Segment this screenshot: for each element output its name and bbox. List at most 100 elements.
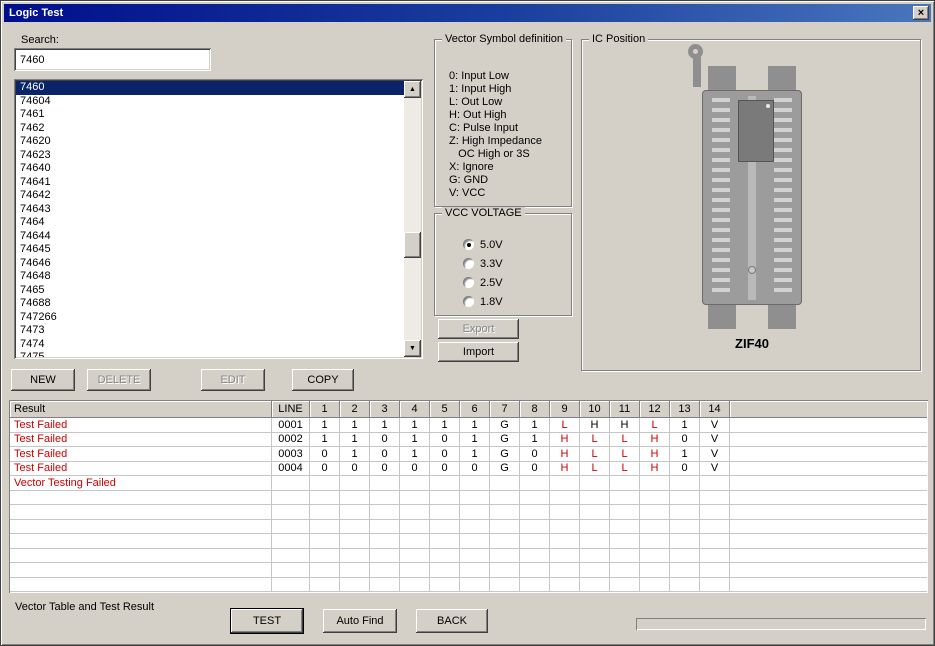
vector-cell — [340, 549, 370, 564]
vector-cell: 1 — [310, 418, 340, 433]
device-list-scrollbar[interactable]: ▲ ▼ — [404, 81, 421, 357]
table-row[interactable] — [10, 520, 927, 535]
line-cell — [272, 549, 310, 564]
vector-cell — [430, 520, 460, 535]
list-item[interactable]: 74604 — [16, 95, 404, 109]
vector-cell — [460, 491, 490, 506]
list-item[interactable]: 74645 — [16, 243, 404, 257]
vector-cell — [460, 563, 490, 578]
column-header: 6 — [460, 401, 490, 418]
vcc-option-2.5v[interactable]: 2.5V — [463, 276, 503, 289]
vector-cell — [580, 549, 610, 564]
table-row[interactable] — [10, 549, 927, 564]
table-row[interactable] — [10, 578, 927, 593]
table-row[interactable]: Test Failed0002110101G1HLLH0V — [10, 433, 927, 448]
close-button[interactable]: × — [913, 6, 929, 20]
table-row[interactable] — [10, 563, 927, 578]
table-row[interactable]: Vector Testing Failed — [10, 476, 927, 491]
vector-cell: 1 — [670, 418, 700, 433]
line-cell — [272, 578, 310, 593]
symbol-definition-line: 1: Input High — [449, 83, 542, 96]
vector-cell: 0 — [310, 447, 340, 462]
vector-cell — [370, 505, 400, 520]
scroll-down-button[interactable]: ▼ — [404, 340, 421, 357]
titlebar[interactable]: Logic Test × — [4, 4, 931, 22]
table-row[interactable]: Test Failed0001111111G1LHHL1V — [10, 418, 927, 433]
line-cell — [272, 520, 310, 535]
vcc-option-5.0v[interactable]: 5.0V — [463, 238, 503, 251]
copy-button[interactable]: COPY — [292, 369, 354, 391]
vector-cell: H — [550, 433, 580, 448]
table-row[interactable]: Test Failed0003010101G0HLLH1V — [10, 447, 927, 462]
list-item[interactable]: 7475 — [16, 351, 404, 357]
vector-cell — [670, 534, 700, 549]
vector-cell — [640, 491, 670, 506]
list-item[interactable]: 74648 — [16, 270, 404, 284]
vector-cell — [310, 520, 340, 535]
filler-cell — [730, 433, 927, 448]
vector-cell: 0 — [340, 462, 370, 477]
list-item[interactable]: 74620 — [16, 135, 404, 149]
vector-cell — [640, 563, 670, 578]
symbol-definition-line: V: VCC — [449, 187, 542, 200]
vcc-option-label: 2.5V — [480, 277, 503, 289]
vector-cell: 1 — [340, 418, 370, 433]
auto-find-button[interactable]: Auto Find — [323, 609, 397, 633]
vcc-option-3.3v[interactable]: 3.3V — [463, 257, 503, 270]
list-item[interactable]: 7462 — [16, 122, 404, 136]
table-row[interactable] — [10, 534, 927, 549]
vector-cell — [310, 534, 340, 549]
list-item[interactable]: 74623 — [16, 149, 404, 163]
vector-cell — [310, 549, 340, 564]
vector-cell: L — [580, 462, 610, 477]
list-item[interactable]: 74642 — [16, 189, 404, 203]
vector-cell — [610, 563, 640, 578]
list-item[interactable]: 74646 — [16, 257, 404, 271]
list-item[interactable]: 747266 — [16, 311, 404, 325]
column-header: 10 — [580, 401, 610, 418]
vector-cell — [340, 534, 370, 549]
vector-cell — [310, 491, 340, 506]
window-title: Logic Test — [9, 7, 63, 19]
edit-button: EDIT — [201, 369, 265, 391]
vector-cell — [670, 563, 700, 578]
vector-cell: 1 — [310, 433, 340, 448]
table-row[interactable] — [10, 491, 927, 506]
list-item[interactable]: 7474 — [16, 338, 404, 352]
table-row[interactable]: Test Failed0004000000G0HLLH0V — [10, 462, 927, 477]
import-button[interactable]: Import — [438, 342, 519, 362]
vector-cell — [460, 534, 490, 549]
search-input[interactable] — [14, 48, 211, 71]
test-button[interactable]: TEST — [231, 609, 303, 633]
table-row[interactable] — [10, 505, 927, 520]
list-item[interactable]: 74688 — [16, 297, 404, 311]
list-item[interactable]: 7473 — [16, 324, 404, 338]
vector-cell — [610, 476, 640, 491]
vector-cell: 1 — [400, 447, 430, 462]
list-item[interactable]: 74640 — [16, 162, 404, 176]
list-item[interactable]: 74643 — [16, 203, 404, 217]
list-item[interactable]: 74641 — [16, 176, 404, 190]
radio-icon — [463, 277, 474, 288]
result-cell: Test Failed — [10, 433, 272, 448]
new-button[interactable]: NEW — [11, 369, 75, 391]
list-item[interactable]: 7461 — [16, 108, 404, 122]
symbol-definition-line: X: Ignore — [449, 161, 542, 174]
list-item[interactable]: 7465 — [16, 284, 404, 298]
scroll-up-button[interactable]: ▲ — [404, 81, 421, 98]
vector-cell — [310, 505, 340, 520]
vector-cell — [640, 534, 670, 549]
column-header: 12 — [640, 401, 670, 418]
list-item[interactable]: 7464 — [16, 216, 404, 230]
vector-cell — [430, 476, 460, 491]
vcc-option-1.8v[interactable]: 1.8V — [463, 295, 503, 308]
list-item[interactable]: 7460 — [16, 81, 404, 95]
vector-cell — [460, 476, 490, 491]
vector-cell — [670, 476, 700, 491]
vector-cell — [700, 563, 730, 578]
vector-cell — [610, 520, 640, 535]
list-item[interactable]: 74644 — [16, 230, 404, 244]
scroll-thumb[interactable] — [404, 232, 421, 258]
vector-cell: V — [700, 418, 730, 433]
back-button[interactable]: BACK — [416, 609, 488, 633]
